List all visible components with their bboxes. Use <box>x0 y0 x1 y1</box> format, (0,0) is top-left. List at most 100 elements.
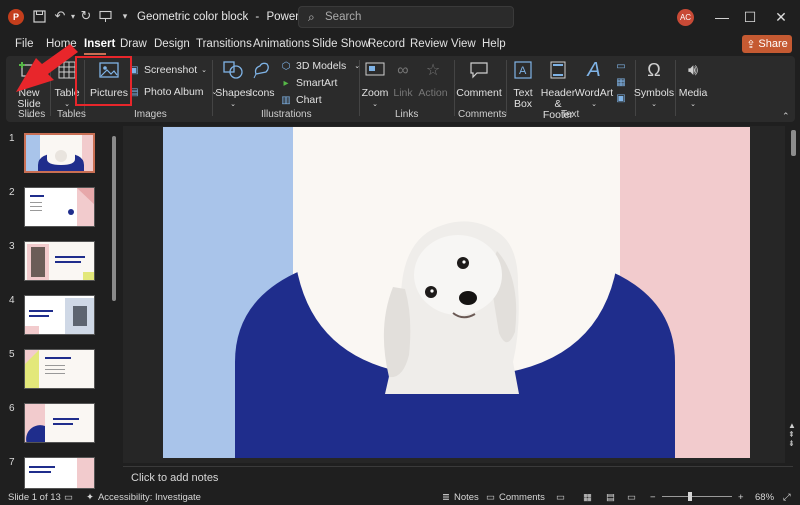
smartart-icon: ▸ <box>283 77 289 89</box>
notes-icon: ≣ <box>442 492 450 503</box>
link-icon: ∞ <box>397 61 409 79</box>
customize-toolbar-icon[interactable]: ▾ <box>117 8 133 24</box>
speaker-icon: 🔊︎ <box>687 61 699 79</box>
tab-draw[interactable]: Draw <box>120 38 147 50</box>
save-icon[interactable] <box>31 8 47 24</box>
tab-help[interactable]: Help <box>482 38 506 50</box>
notes-toggle[interactable]: ≣ Notes <box>442 492 479 503</box>
comment-icon <box>468 59 490 81</box>
smartart-button[interactable]: ▸ SmartArt <box>280 77 337 89</box>
shapes-icon <box>222 59 244 81</box>
thumb-number: 2 <box>9 187 15 198</box>
slide-thumbnail-2[interactable] <box>24 187 95 227</box>
text-extra-2-button[interactable]: ▦ <box>615 76 627 88</box>
slide-thumbnail-panel: 1 2 3 4 5 6 7 <box>0 126 117 489</box>
zoom-slider-thumb[interactable] <box>688 492 692 501</box>
notes-placeholder: Click to add notes <box>131 472 219 484</box>
tab-transitions[interactable]: Transitions <box>196 38 252 50</box>
zoom-button[interactable]: Zoom ⌄ <box>362 59 388 110</box>
text-box-icon: A <box>512 59 534 81</box>
close-icon[interactable]: ✕ <box>771 7 791 27</box>
redo-icon[interactable]: ↻ <box>78 8 94 24</box>
slide-thumbnail-6[interactable] <box>24 403 95 443</box>
minimize-icon[interactable]: — <box>712 7 732 27</box>
share-icon: ⇪ <box>746 38 756 51</box>
thumb-number: 5 <box>9 349 15 360</box>
status-bar: Slide 1 of 13 ▭ ✦ Accessibility: Investi… <box>0 489 800 505</box>
tab-review[interactable]: Review <box>410 38 448 50</box>
chevron-down-icon: ⌄ <box>372 101 378 108</box>
zoom-out-icon[interactable]: − <box>650 492 656 503</box>
group-label-comments: Comments <box>458 109 507 120</box>
accessibility-icon: ✦ <box>86 492 94 503</box>
slide-thumbnail-5[interactable] <box>24 349 95 389</box>
reading-view-icon[interactable]: ▤ <box>606 492 615 503</box>
icons-button[interactable]: Icons <box>249 59 275 99</box>
object-icon: ▣ <box>616 92 626 104</box>
slide-sorter-icon[interactable]: ▦ <box>583 492 592 503</box>
group-label-images: Images <box>134 109 167 120</box>
spell-check-icon[interactable]: ▭ <box>64 492 73 503</box>
normal-view-icon[interactable]: ▭ <box>556 492 565 503</box>
insert-text-icon: ▭ <box>616 60 626 72</box>
slide-thumbnail-4[interactable] <box>24 295 95 335</box>
header-footer-icon <box>547 59 569 81</box>
text-box-button[interactable]: A Text Box <box>510 59 536 110</box>
group-label-slides: Slides <box>18 109 46 120</box>
thumb-number: 1 <box>9 133 15 144</box>
notes-pane[interactable]: Click to add notes <box>123 466 793 488</box>
tab-slide-show[interactable]: Slide Show <box>312 38 370 50</box>
tab-insert[interactable]: Insert <box>84 38 115 50</box>
tab-record[interactable]: Record <box>368 38 405 50</box>
screenshot-button[interactable]: ▣ Screenshot ⌄ <box>128 64 207 76</box>
slide-thumbnail-7[interactable] <box>24 457 95 489</box>
canvas-scrollbar[interactable] <box>791 130 796 156</box>
divider <box>454 60 455 116</box>
slide-thumbnail-3[interactable] <box>24 241 95 281</box>
chart-button[interactable]: ▥ Chart <box>280 94 321 106</box>
media-button[interactable]: 🔊︎ Media ⌄ <box>679 59 708 110</box>
tab-view[interactable]: View <box>451 38 476 50</box>
zoom-level[interactable]: 68% <box>755 492 774 503</box>
action-button[interactable]: ☆ Action <box>418 59 447 99</box>
symbols-button[interactable]: Ω Symbols ⌄ <box>634 59 674 110</box>
cube-icon: ⬡ <box>281 60 291 72</box>
thumbnail-scrollbar[interactable] <box>112 136 116 301</box>
thumb-number: 4 <box>9 295 15 306</box>
3d-models-button[interactable]: ⬡ 3D Models ⌄ <box>280 60 360 72</box>
chevron-down-icon: ⌄ <box>651 101 657 108</box>
text-extra-1-button[interactable]: ▭ <box>615 60 627 72</box>
text-extra-3-button[interactable]: ▣ <box>615 92 627 104</box>
zoom-icon <box>364 59 386 81</box>
photo-album-button[interactable]: ▤ Photo Album ⌄ <box>128 86 217 98</box>
powerpoint-logo-icon: P <box>8 9 24 25</box>
search-box[interactable]: ⌕ Search <box>298 6 514 28</box>
tab-design[interactable]: Design <box>154 38 190 50</box>
maximize-icon[interactable]: ☐ <box>740 7 760 27</box>
comments-toggle[interactable]: ▭ Comments <box>486 492 545 503</box>
divider <box>212 60 213 116</box>
date-time-icon: ▦ <box>616 76 626 88</box>
avatar[interactable]: AC <box>677 9 694 26</box>
collapse-ribbon-icon[interactable]: ⌃ <box>782 111 790 122</box>
divider <box>675 60 676 116</box>
share-button[interactable]: ⇪ Share <box>742 35 792 53</box>
wordart-button[interactable]: A WordArt ⌄ <box>575 59 613 110</box>
slideshow-icon[interactable]: ▭ <box>627 492 636 503</box>
zoom-in-icon[interactable]: + <box>738 492 744 503</box>
shapes-button[interactable]: Shapes ⌄ <box>215 59 251 110</box>
present-icon[interactable] <box>97 8 113 24</box>
main-slide[interactable] <box>163 127 750 458</box>
tab-animations[interactable]: Animations <box>253 38 310 50</box>
comment-button[interactable]: Comment <box>456 59 502 99</box>
chart-icon: ▥ <box>281 94 291 106</box>
fit-to-window-icon[interactable]: ⤢ <box>783 492 791 503</box>
link-button[interactable]: ∞ Link <box>392 59 414 99</box>
chevron-down-icon: ⌄ <box>591 101 597 108</box>
slide-thumbnail-1[interactable] <box>24 133 95 173</box>
thumb-number: 7 <box>9 457 15 468</box>
accessibility-status[interactable]: ✦ Accessibility: Investigate <box>86 492 201 503</box>
group-label-illustrations: Illustrations <box>261 109 312 120</box>
scroll-controls[interactable]: ▲ ⇞ ⇟ <box>788 421 796 448</box>
zoom-slider[interactable] <box>662 496 732 497</box>
